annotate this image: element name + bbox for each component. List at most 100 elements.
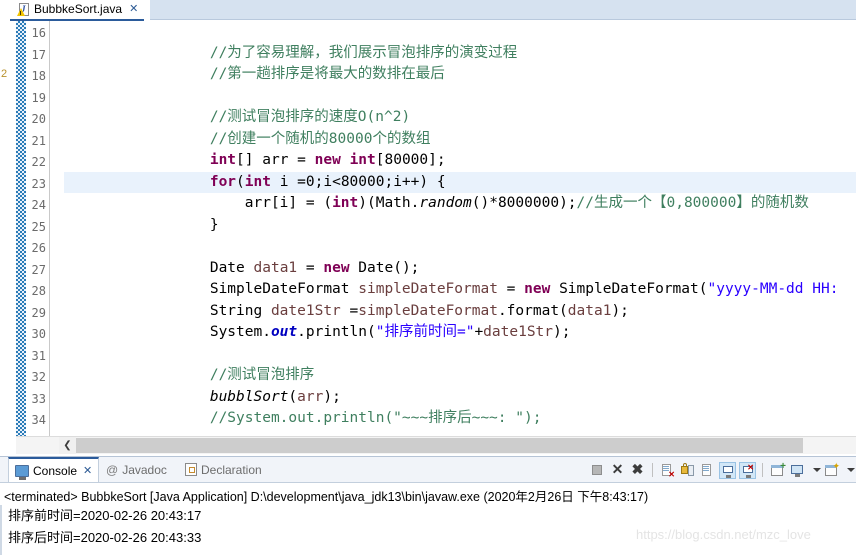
code-line[interactable]: } <box>64 215 856 237</box>
remove-launch-button[interactable]: ✕ <box>609 461 626 479</box>
code-token: = <box>297 259 324 276</box>
code-line[interactable] <box>64 86 856 108</box>
line-number: 17 <box>31 47 46 62</box>
editor-change-ruler <box>16 21 26 436</box>
code-token: int <box>244 173 271 190</box>
line-number: 22 <box>31 155 46 169</box>
code-line[interactable] <box>64 236 856 258</box>
code-token: out <box>270 324 298 340</box>
line-number: 31 <box>31 348 46 363</box>
java-file-warning-icon: J <box>17 2 30 17</box>
code-line[interactable]: int[] arr = new int[80000]; <box>64 150 856 172</box>
editor-tab-bubbkesort[interactable]: J BubbkeSort.java ✕ <box>10 0 145 21</box>
code-line[interactable]: SimpleDateFormat simpleDateFormat = new … <box>64 279 856 301</box>
close-icon[interactable]: ✕ <box>83 464 92 477</box>
display-selected-console-dropdown[interactable] <box>809 462 821 479</box>
line-number: 24 <box>31 198 46 212</box>
code-text-area[interactable]: //为了容易理解，我们展示冒泡排序的演变过程 //第一趟排序是将最大的数排在最后… <box>64 21 856 436</box>
console-tab-row: Console ✕ @ Javadoc Declaration ✕ ✖ ✕ ✕ … <box>0 457 856 482</box>
code-line[interactable]: //测试冒泡排序 <box>64 365 856 387</box>
line-number: 23 <box>31 176 46 191</box>
show-console-on-output-button[interactable] <box>719 461 736 479</box>
code-token: arr <box>297 388 324 405</box>
code-token: = <box>497 281 525 297</box>
code-token: random <box>419 195 472 211</box>
code-token: ( <box>236 173 245 190</box>
code-token: SimpleDateFormat <box>140 281 359 297</box>
code-line[interactable]: //创建一个随机的80000个的数组 <box>64 129 856 151</box>
code-token: arr[i] = ( <box>140 195 333 211</box>
line-number: 21 <box>31 133 46 148</box>
line-number: 33 <box>31 391 46 406</box>
editor-tab-label: BubbkeSort.java <box>34 2 123 16</box>
console-panel: Console ✕ @ Javadoc Declaration ✕ ✖ ✕ ✕ … <box>0 456 856 555</box>
code-line[interactable]: String date1Str =simpleDateFormat.format… <box>64 301 856 323</box>
line-number: 18 <box>31 69 46 83</box>
code-token: //生成一个【0,800000】的随机数 <box>576 195 809 211</box>
tab-declaration-label: Declaration <box>201 462 262 477</box>
open-console-button[interactable]: ✦ <box>823 461 840 479</box>
editor-horizontal-scrollbar[interactable]: ❮ <box>16 436 856 454</box>
at-icon: @ <box>106 462 119 477</box>
code-token: [] arr = <box>236 152 315 168</box>
code-token: ); <box>611 302 629 319</box>
line-number: 20 <box>31 112 46 126</box>
code-token: bubblSort <box>209 388 289 405</box>
console-toolbar: ✕ ✖ ✕ ✕ + ✦ <box>589 460 855 480</box>
tab-javadoc[interactable]: @ Javadoc <box>106 457 167 482</box>
code-line[interactable] <box>64 344 856 366</box>
code-line[interactable]: //为了容易理解，我们展示冒泡排序的演变过程 <box>64 43 856 65</box>
code-token: simpleDateFormat <box>358 281 498 297</box>
line-number: 16 <box>31 26 46 40</box>
console-output-area[interactable]: <terminated> BubbkeSort [Java Applicatio… <box>0 482 856 555</box>
code-line[interactable]: //测试冒泡排序的速度O(n^2) <box>64 107 856 129</box>
close-icon[interactable]: ✕ <box>129 0 138 20</box>
declaration-icon <box>185 463 197 476</box>
code-token: + <box>474 324 484 340</box>
code-token: new <box>323 259 350 276</box>
code-line[interactable] <box>64 21 856 43</box>
code-folding-gutter[interactable] <box>50 21 64 436</box>
console-icon <box>15 464 29 480</box>
pin-console-button[interactable]: + <box>769 461 786 479</box>
tab-declaration[interactable]: Declaration <box>185 457 262 482</box>
terminate-button[interactable] <box>589 462 606 479</box>
editor-scrollbar-thumb[interactable] <box>76 438 803 453</box>
show-console-on-error-button[interactable]: ✕ <box>739 461 756 479</box>
code-line[interactable]: //第一趟排序是将最大的数排在最后 <box>64 64 856 86</box>
toolbar-separator-1 <box>652 463 653 477</box>
code-token: int <box>209 152 237 168</box>
code-token: .println( <box>297 324 376 340</box>
scroll-left-icon[interactable]: ❮ <box>59 437 76 454</box>
line-number: 30 <box>31 327 46 341</box>
tab-console[interactable]: Console ✕ <box>8 457 100 482</box>
console-output-line: 排序前时间=2020-02-26 20:43:17 <box>8 508 202 523</box>
line-number: 34 <box>31 413 46 427</box>
word-wrap-button[interactable] <box>699 462 716 479</box>
code-line[interactable]: //System.out.println("~~~排序后~~~: "); <box>64 408 856 430</box>
code-line[interactable]: System.out.println("排序前时间="+date1Str); <box>64 322 856 344</box>
code-line[interactable]: Date data1 = new Date(); <box>64 258 856 280</box>
code-token: "排序前时间=" <box>375 324 475 340</box>
remove-all-terminated-button[interactable]: ✖ <box>629 461 646 479</box>
code-token: "yyyy-MM-dd HH: <box>707 281 839 297</box>
line-number-gutter: 16 17 18 19 20 21 22 23 24 25 26 27 28 29 30 31 32 33 34 <box>26 21 50 436</box>
scroll-lock-button[interactable] <box>679 462 696 479</box>
code-line[interactable]: for(int i =0;i<80000;i++) { <box>64 171 856 193</box>
code-token: data1 <box>253 259 298 276</box>
code-editor[interactable]: 2 16 17 18 19 20 21 22 23 24 25 26 27 28 29 30 31 32 33 34… <box>0 21 856 456</box>
code-token: //System.out.println("~~~排序后~~~: "); <box>209 410 542 426</box>
display-selected-console-button[interactable] <box>789 462 806 479</box>
open-console-dropdown[interactable] <box>843 462 855 479</box>
code-line[interactable]: arr[i] = (int)(Math.random()*8000000);//… <box>64 193 856 215</box>
code-token: int <box>332 195 359 211</box>
code-token: )(Math. <box>358 195 420 211</box>
tab-console-label: Console <box>33 463 78 478</box>
clear-console-button[interactable]: ✕ <box>659 462 676 479</box>
code-line[interactable]: bubblSort(arr); <box>64 387 856 409</box>
line-number: 32 <box>31 370 46 384</box>
code-token: } <box>140 216 219 233</box>
